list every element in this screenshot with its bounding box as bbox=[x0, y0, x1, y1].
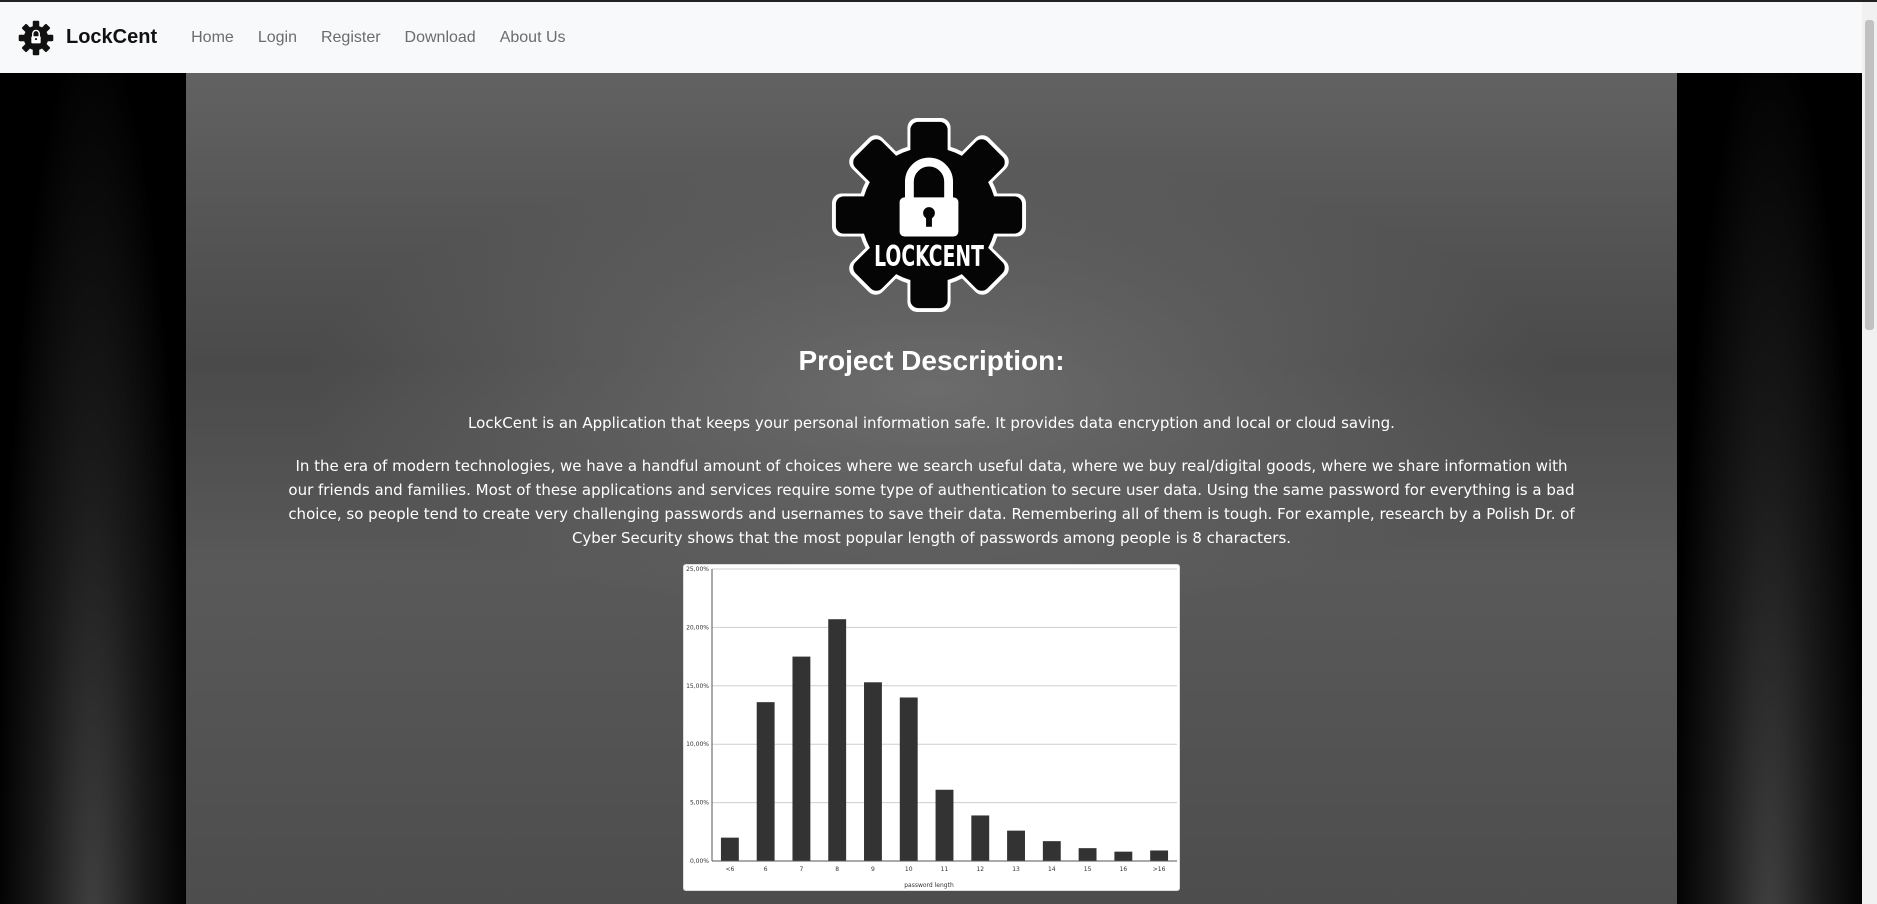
bar bbox=[1150, 850, 1169, 861]
page-title: Project Description: bbox=[798, 345, 1065, 376]
logo-wordmark: LOCKCENT bbox=[874, 240, 984, 273]
nav-links: Home Login Register Download About Us bbox=[191, 29, 589, 47]
y-tick-label: 20,00% bbox=[686, 624, 709, 631]
x-tick-label: 16 bbox=[1120, 866, 1128, 873]
bar bbox=[971, 815, 990, 861]
nav-link-home[interactable]: Home bbox=[191, 29, 234, 47]
bar bbox=[792, 656, 811, 861]
navbar: LockCent Home Login Register Download Ab… bbox=[0, 2, 1862, 73]
x-tick-label: 6 bbox=[764, 866, 768, 873]
password-length-chart: <6 6 7 8 9 10 11 12 13 14 15 16 >16 0,00% 5,00% 10,00%… bbox=[683, 564, 1180, 891]
x-tick-label: 15 bbox=[1084, 866, 1092, 873]
y-tick-label: 15,00% bbox=[686, 683, 709, 690]
scrollbar-thumb[interactable] bbox=[1865, 20, 1874, 330]
x-tick-label: 9 bbox=[871, 866, 875, 873]
bar bbox=[756, 702, 775, 861]
chart-svg: <6 6 7 8 9 10 11 12 13 14 15 16 >16 0,00% 5,00% 10,00%… bbox=[686, 566, 1177, 889]
brand-name: LockCent bbox=[66, 26, 158, 48]
main-content: LOCKCENT Project Description: LockCent i… bbox=[186, 73, 1677, 904]
bar bbox=[828, 619, 847, 861]
description-intro: LockCent is an Application that keeps yo… bbox=[468, 414, 1395, 432]
x-tick-label: 10 bbox=[905, 866, 913, 873]
description-body: In the era of modern technologies, we ha… bbox=[288, 457, 1575, 547]
nav-link-register[interactable]: Register bbox=[321, 29, 381, 47]
bar bbox=[1078, 848, 1097, 861]
y-tick-label: 0,00% bbox=[690, 858, 709, 865]
x-tick-label: 7 bbox=[800, 866, 804, 873]
nav-link-about-us[interactable]: About Us bbox=[500, 29, 566, 47]
brand[interactable]: LockCent bbox=[18, 20, 157, 56]
y-tick-label: 10,00% bbox=[686, 741, 709, 748]
x-tick-label: 13 bbox=[1012, 866, 1020, 873]
bar bbox=[720, 837, 739, 861]
bar bbox=[1114, 851, 1133, 861]
bar bbox=[1042, 841, 1061, 861]
background-left bbox=[0, 73, 186, 904]
x-tick-label: <6 bbox=[725, 866, 734, 873]
gear-lock-icon bbox=[18, 20, 54, 55]
gear-lock-logo: LOCKCENT bbox=[831, 117, 1027, 313]
x-tick-label: 8 bbox=[835, 866, 839, 873]
bar bbox=[935, 789, 954, 861]
bar bbox=[864, 682, 882, 861]
x-axis-label: password length bbox=[904, 882, 954, 889]
x-tick-label: 12 bbox=[976, 866, 984, 873]
bar bbox=[899, 697, 918, 861]
background-right bbox=[1677, 73, 1862, 904]
x-tick-label: 11 bbox=[941, 866, 949, 873]
y-tick-label: 5,00% bbox=[690, 800, 709, 807]
y-tick-label: 25,00% bbox=[686, 566, 709, 573]
nav-link-login[interactable]: Login bbox=[258, 29, 297, 47]
x-tick-label: 14 bbox=[1048, 866, 1056, 873]
nav-link-download[interactable]: Download bbox=[405, 29, 476, 47]
page-scrollbar[interactable] bbox=[1862, 2, 1877, 904]
bar bbox=[1007, 830, 1025, 861]
x-tick-label: >16 bbox=[1153, 866, 1166, 873]
